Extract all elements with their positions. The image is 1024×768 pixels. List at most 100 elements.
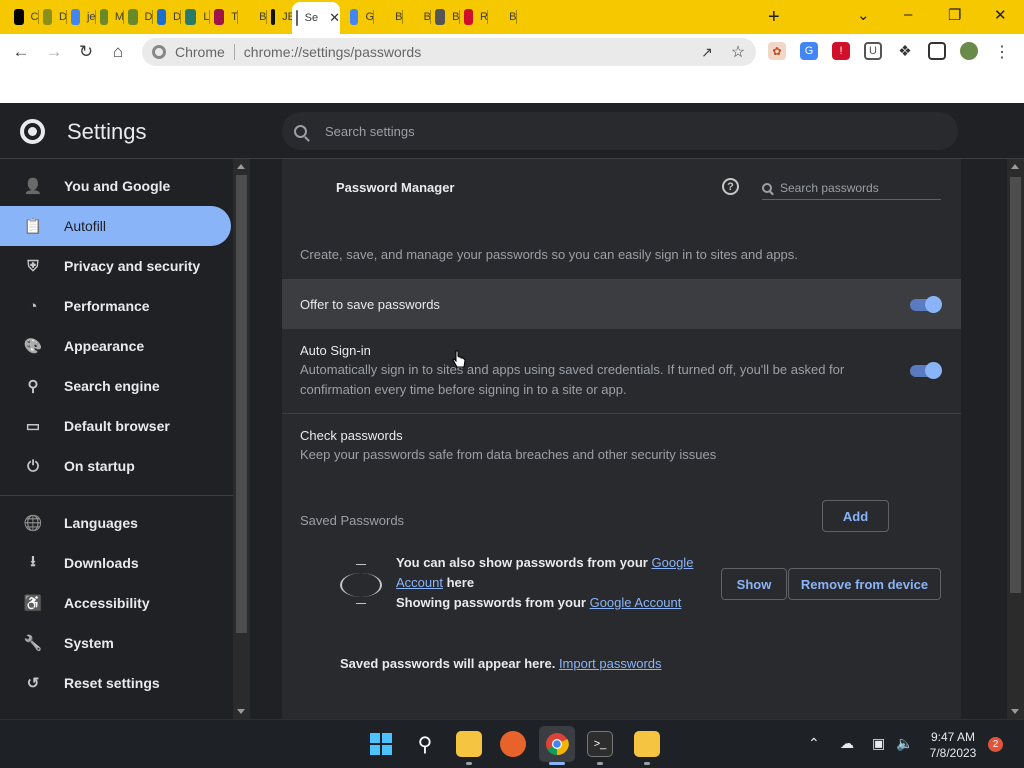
remove-from-device-button[interactable]: Remove from device [788, 568, 941, 600]
tab-favicon-icon [14, 9, 24, 25]
sidebar-item-autofill[interactable]: 📋 Autofill [0, 206, 231, 246]
translate-extension-icon[interactable]: G [800, 42, 818, 60]
page-title: Settings [67, 119, 147, 144]
sidebar-item-performance[interactable]: ◔ Performance [0, 286, 231, 326]
notes-folder-icon[interactable] [634, 731, 660, 757]
chevron-up-icon[interactable]: ⌃ [808, 735, 820, 752]
browser-tab[interactable]: B [238, 4, 267, 30]
sidebar-item-accessibility[interactable]: ♿ Accessibility [0, 583, 231, 623]
close-tab-icon[interactable]: ✕ [329, 10, 340, 26]
browser-tab[interactable]: G [346, 4, 374, 30]
scrollbar-thumb[interactable] [236, 175, 247, 633]
share-icon[interactable]: ↗ [696, 41, 718, 63]
browser-tab[interactable]: B [488, 4, 517, 30]
minimize-icon[interactable]: – [904, 6, 912, 23]
sidebar-item-appearance[interactable]: 🎨 Appearance [0, 326, 231, 366]
browser-tab[interactable]: je [67, 4, 96, 30]
browser-tab[interactable]: R [460, 4, 488, 30]
auto-signin-toggle[interactable] [910, 362, 942, 379]
extension-icon-1[interactable]: ✿ [768, 42, 786, 60]
tab-favicon-icon [492, 9, 503, 25]
browser-tab[interactable]: D [153, 4, 181, 30]
address-url: chrome://settings/passwords [243, 44, 422, 60]
cloud-offline-icon[interactable]: ☁ [840, 735, 854, 752]
offer-to-save-toggle[interactable] [910, 296, 942, 313]
scroll-up-arrow-icon[interactable] [1011, 164, 1019, 169]
sidebar-item-system[interactable]: 🔧 System [0, 623, 231, 663]
system-clock[interactable]: 9:47 AM 7/8/2023 [922, 729, 984, 761]
scroll-down-arrow-icon[interactable] [1011, 709, 1019, 714]
terminal-icon[interactable]: >_ [587, 731, 613, 757]
forward-arrow-icon[interactable]: → [43, 41, 65, 63]
add-password-button[interactable]: Add [822, 500, 889, 532]
bookmark-star-icon[interactable]: ☆ [727, 41, 749, 63]
network-icon[interactable]: ▣ [872, 735, 885, 752]
check-passwords-label: Check passwords [300, 428, 403, 443]
bitwarden-shield-icon[interactable]: U [864, 42, 882, 60]
settings-search-input[interactable]: Search settings [282, 112, 958, 150]
side-panel-icon[interactable] [928, 42, 946, 60]
check-passwords-row[interactable]: Check passwords Keep your passwords safe… [282, 414, 961, 474]
search-icon: ⚲ [27, 378, 39, 395]
browser-tab[interactable]: JE [267, 4, 295, 30]
browser-tab[interactable]: B [431, 4, 460, 30]
search-icon[interactable]: ⚲ [412, 731, 438, 757]
search-passwords-input[interactable]: Search passwords [762, 176, 941, 200]
sidebar-item-you-and-google[interactable]: 👤 You and Google [0, 166, 231, 206]
notification-badge[interactable]: 2 [988, 737, 1003, 752]
browser-tab[interactable]: B [403, 4, 431, 30]
menu-kebab-icon[interactable]: ⋮ [991, 41, 1013, 63]
close-window-icon[interactable]: ✕ [994, 6, 1007, 24]
settings-header: Settings Search settings [0, 103, 1024, 159]
browser-toolbar: ← → ↻ ⌂ Chrome chrome://settings/passwor… [0, 34, 1024, 70]
extension-icon-3[interactable]: ! [832, 42, 850, 60]
sidebar-item-label: You and Google [64, 178, 171, 194]
file-explorer-icon[interactable] [456, 731, 482, 757]
google-account-link-a[interactable]: Google [652, 555, 694, 570]
sidebar-item-downloads[interactable]: ⭳ Downloads [0, 543, 231, 583]
chrome-taskbar-icon[interactable] [539, 726, 575, 762]
auto-signin-description-2: confirmation every time before signing i… [300, 382, 627, 397]
account-storage-icon [340, 561, 382, 605]
profile-avatar[interactable] [960, 42, 978, 60]
sidebar-item-search-engine[interactable]: ⚲ Search engine [0, 366, 231, 406]
google-account-link-b[interactable]: Account [396, 575, 443, 590]
home-icon[interactable]: ⌂ [107, 41, 129, 63]
tab-search-chevron-icon[interactable]: ⌄ [857, 6, 870, 24]
sidebar-item-reset-settings[interactable]: ↺ Reset settings [0, 663, 231, 703]
sidebar-item-languages[interactable]: 🌐 Languages [0, 503, 231, 543]
browser-tab[interactable]: T [210, 4, 238, 30]
scrollbar-thumb[interactable] [1010, 177, 1021, 593]
puzzle-extensions-icon[interactable]: ❖ [896, 42, 914, 60]
sidebar-item-default-browser[interactable]: ▭ Default browser [0, 406, 231, 446]
sidebar-item-on-startup[interactable]: ⏻ On startup [0, 446, 231, 486]
reload-icon[interactable]: ↻ [75, 41, 97, 63]
browser-tab[interactable]: Se ✕ [292, 2, 340, 34]
browser-tab[interactable]: D [124, 4, 153, 30]
show-button[interactable]: Show [721, 568, 787, 600]
browser-tab[interactable]: M [96, 4, 124, 30]
import-passwords-link[interactable]: Import passwords [559, 656, 662, 671]
maximize-icon[interactable]: ❐ [948, 6, 961, 24]
scroll-down-arrow-icon[interactable] [237, 709, 245, 714]
back-arrow-icon[interactable]: ← [10, 41, 32, 63]
browser-tab[interactable]: L [181, 4, 210, 30]
firefox-icon[interactable] [500, 731, 526, 757]
google-account-link[interactable]: Google Account [590, 595, 682, 610]
offer-to-save-row[interactable]: Offer to save passwords [282, 280, 961, 329]
help-icon[interactable]: ? [722, 178, 739, 195]
browser-tab[interactable]: B [374, 4, 403, 30]
new-tab-button[interactable]: + [768, 6, 780, 29]
browser-tab[interactable]: C [10, 4, 39, 30]
address-bar[interactable]: Chrome chrome://settings/passwords [142, 38, 756, 66]
sidebar-item-privacy-and-security[interactable]: ⛨ Privacy and security [0, 246, 231, 286]
tab-favicon-icon [213, 9, 225, 25]
volume-icon[interactable]: 🔈 [896, 735, 913, 752]
scroll-up-arrow-icon[interactable] [237, 164, 245, 169]
empty-passwords-message: Saved passwords will appear here. Import… [340, 656, 662, 671]
main-scrollbar[interactable] [1007, 159, 1024, 719]
tab-favicon-icon [435, 9, 446, 25]
browser-tab[interactable]: D [39, 4, 67, 30]
windows-start-icon[interactable] [368, 731, 394, 757]
sidebar-scrollbar[interactable] [233, 159, 250, 719]
